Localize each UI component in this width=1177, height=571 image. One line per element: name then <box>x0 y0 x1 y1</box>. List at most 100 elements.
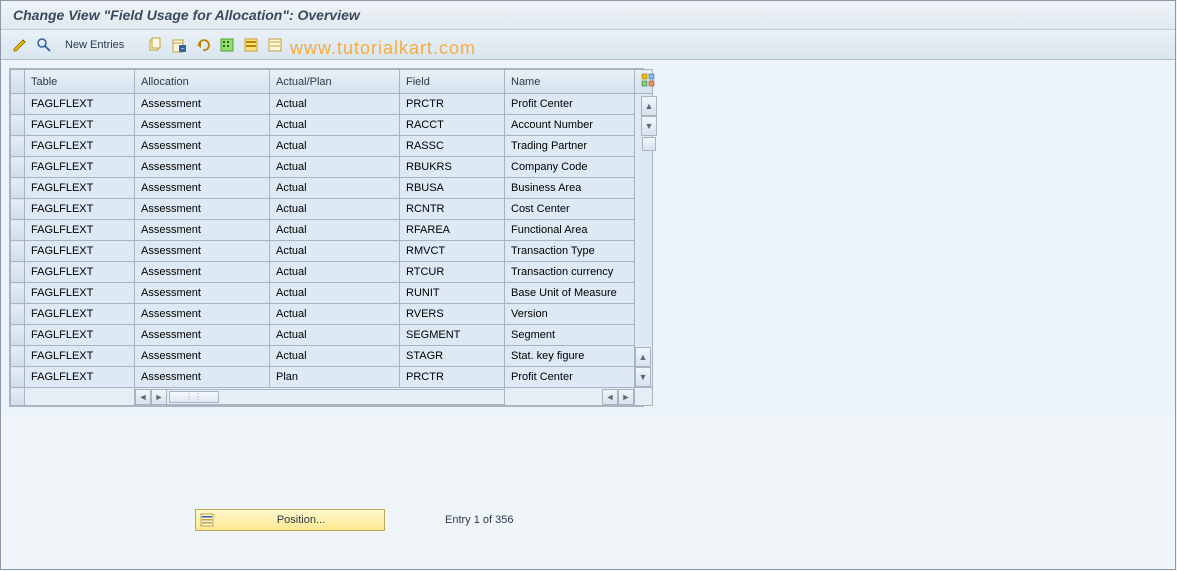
cell-table[interactable]: FAGLFLEXT <box>25 157 135 178</box>
cell-field[interactable]: RMVCT <box>400 241 505 262</box>
column-header-name[interactable]: Name <box>505 70 635 94</box>
column-header-allocation[interactable]: Allocation <box>135 70 270 94</box>
cell-allocation[interactable]: Assessment <box>135 178 270 199</box>
cell-name[interactable]: Transaction currency <box>505 262 635 283</box>
cell-table[interactable]: FAGLFLEXT <box>25 94 135 115</box>
select-block-icon[interactable] <box>242 36 260 54</box>
find-icon[interactable] <box>35 36 53 54</box>
copy-icon[interactable] <box>146 36 164 54</box>
column-header-field[interactable]: Field <box>400 70 505 94</box>
row-selector[interactable] <box>11 199 25 220</box>
cell-field[interactable]: RCNTR <box>400 199 505 220</box>
cell-field[interactable]: STAGR <box>400 346 505 367</box>
column-header-table[interactable]: Table <box>25 70 135 94</box>
row-selector[interactable] <box>11 178 25 199</box>
toggle-display-change-icon[interactable] <box>11 36 29 54</box>
cell-actual-plan[interactable]: Actual <box>270 325 400 346</box>
hscroll-track[interactable]: ⋮⋮ <box>167 389 504 405</box>
cell-actual-plan[interactable]: Actual <box>270 304 400 325</box>
cell-actual-plan[interactable]: Actual <box>270 157 400 178</box>
hscroll-left-button[interactable]: ◄ <box>135 389 151 405</box>
cell-name[interactable]: Transaction Type <box>505 241 635 262</box>
cell-name[interactable]: Cost Center <box>505 199 635 220</box>
cell-table[interactable]: FAGLFLEXT <box>25 346 135 367</box>
row-selector[interactable] <box>11 283 25 304</box>
cell-allocation[interactable]: Assessment <box>135 367 270 388</box>
cell-name[interactable]: Segment <box>505 325 635 346</box>
cell-allocation[interactable]: Assessment <box>135 346 270 367</box>
cell-table[interactable]: FAGLFLEXT <box>25 283 135 304</box>
row-selector[interactable] <box>11 346 25 367</box>
cell-allocation[interactable]: Assessment <box>135 115 270 136</box>
row-selector[interactable] <box>11 367 25 388</box>
cell-allocation[interactable]: Assessment <box>135 136 270 157</box>
row-selector[interactable] <box>11 304 25 325</box>
cell-name[interactable]: Account Number <box>505 115 635 136</box>
table-settings-icon[interactable] <box>635 70 653 94</box>
hscroll-left-end-button[interactable]: ◄ <box>602 389 618 405</box>
row-selector[interactable] <box>11 262 25 283</box>
row-selector[interactable] <box>11 94 25 115</box>
cell-name[interactable]: Stat. key figure <box>505 346 635 367</box>
cell-actual-plan[interactable]: Actual <box>270 115 400 136</box>
cell-table[interactable]: FAGLFLEXT <box>25 178 135 199</box>
cell-actual-plan[interactable]: Actual <box>270 220 400 241</box>
row-selector[interactable] <box>11 157 25 178</box>
cell-allocation[interactable]: Assessment <box>135 262 270 283</box>
cell-actual-plan[interactable]: Actual <box>270 178 400 199</box>
cell-actual-plan[interactable]: Plan <box>270 367 400 388</box>
vscroll-down-page-button[interactable]: ▼ <box>635 367 651 387</box>
row-selector[interactable] <box>11 136 25 157</box>
cell-allocation[interactable]: Assessment <box>135 220 270 241</box>
cell-name[interactable]: Trading Partner <box>505 136 635 157</box>
hscroll-thumb[interactable]: ⋮⋮ <box>169 391 219 403</box>
cell-name[interactable]: Base Unit of Measure <box>505 283 635 304</box>
cell-actual-plan[interactable]: Actual <box>270 94 400 115</box>
cell-table[interactable]: FAGLFLEXT <box>25 304 135 325</box>
new-entries-button[interactable]: New Entries <box>59 37 130 53</box>
cell-name[interactable]: Profit Center <box>505 94 635 115</box>
cell-name[interactable]: Company Code <box>505 157 635 178</box>
cell-actual-plan[interactable]: Actual <box>270 241 400 262</box>
cell-allocation[interactable]: Assessment <box>135 199 270 220</box>
deselect-all-icon[interactable] <box>266 36 284 54</box>
cell-allocation[interactable]: Assessment <box>135 283 270 304</box>
vscroll-down-button[interactable]: ▼ <box>641 116 657 136</box>
cell-actual-plan[interactable]: Actual <box>270 136 400 157</box>
cell-name[interactable]: Business Area <box>505 178 635 199</box>
vscroll-thumb[interactable] <box>642 137 656 151</box>
hscroll-right-end-button[interactable]: ► <box>618 389 634 405</box>
cell-actual-plan[interactable]: Actual <box>270 262 400 283</box>
position-button[interactable]: Position... <box>195 509 385 531</box>
cell-allocation[interactable]: Assessment <box>135 157 270 178</box>
vscroll-up-button[interactable]: ▲ <box>641 96 657 116</box>
row-selector[interactable] <box>11 325 25 346</box>
cell-field[interactable]: RVERS <box>400 304 505 325</box>
cell-table[interactable]: FAGLFLEXT <box>25 136 135 157</box>
row-selector[interactable] <box>11 115 25 136</box>
cell-field[interactable]: RBUSA <box>400 178 505 199</box>
hscroll-right-button[interactable]: ► <box>151 389 167 405</box>
row-selector[interactable] <box>11 220 25 241</box>
select-all-header[interactable] <box>11 70 25 94</box>
column-header-actual-plan[interactable]: Actual/Plan <box>270 70 400 94</box>
cell-table[interactable]: FAGLFLEXT <box>25 325 135 346</box>
row-selector[interactable] <box>11 241 25 262</box>
cell-field[interactable]: SEGMENT <box>400 325 505 346</box>
cell-name[interactable]: Version <box>505 304 635 325</box>
cell-field[interactable]: RTCUR <box>400 262 505 283</box>
cell-actual-plan[interactable]: Actual <box>270 346 400 367</box>
cell-allocation[interactable]: Assessment <box>135 325 270 346</box>
cell-field[interactable]: RBUKRS <box>400 157 505 178</box>
cell-allocation[interactable]: Assessment <box>135 241 270 262</box>
cell-table[interactable]: FAGLFLEXT <box>25 115 135 136</box>
cell-field[interactable]: RFAREA <box>400 220 505 241</box>
cell-table[interactable]: FAGLFLEXT <box>25 220 135 241</box>
cell-field[interactable]: RACCT <box>400 115 505 136</box>
cell-allocation[interactable]: Assessment <box>135 94 270 115</box>
cell-field[interactable]: RUNIT <box>400 283 505 304</box>
vscroll-up-page-button[interactable]: ▲ <box>635 347 651 367</box>
delete-icon[interactable]: − <box>170 36 188 54</box>
cell-name[interactable]: Profit Center <box>505 367 635 388</box>
cell-table[interactable]: FAGLFLEXT <box>25 199 135 220</box>
